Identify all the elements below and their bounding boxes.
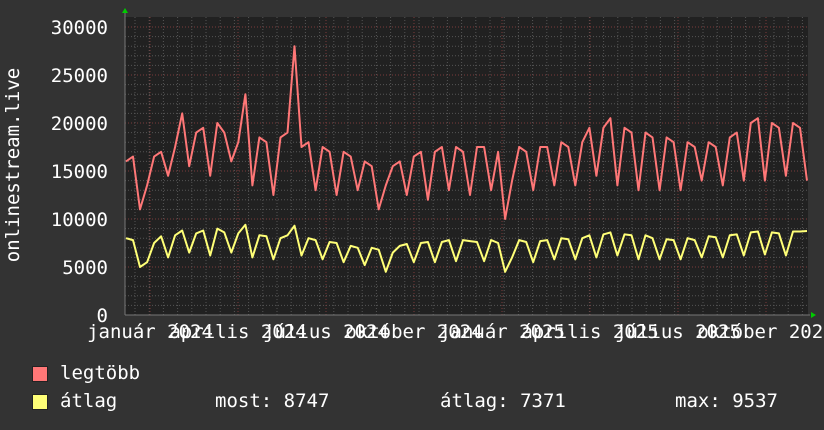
plot-area xyxy=(125,17,808,315)
legend-label-atlag: átlag xyxy=(60,390,118,412)
x-tick-label: október 2025 xyxy=(697,321,824,343)
y-axis-label: onlinestream.live xyxy=(2,68,24,262)
legend-item-legtobb: legtöbb xyxy=(0,362,824,388)
y-axis-arrow-icon xyxy=(122,8,128,13)
legend-label-legtobb: legtöbb xyxy=(60,362,141,384)
stat-max: max: 9537 xyxy=(675,390,778,412)
y-tick-label: 10000 xyxy=(51,209,108,231)
y-tick-label: 30000 xyxy=(51,17,108,39)
y-tick-label: 25000 xyxy=(51,65,108,87)
y-tick-label: 5000 xyxy=(62,257,108,279)
legend-item-atlag: átlag most: 8747 átlag: 7371 max: 9537 xyxy=(0,390,824,416)
y-tick-label: 0 xyxy=(97,305,108,327)
y-tick-label: 20000 xyxy=(51,113,108,135)
stat-most: most: 8747 xyxy=(215,390,330,412)
x-axis-arrow-icon xyxy=(811,312,816,318)
y-tick-label: 15000 xyxy=(51,161,108,183)
legend-swatch-legtobb xyxy=(32,366,48,382)
stat-atlag: átlag: 7371 xyxy=(440,390,566,412)
legend-swatch-atlag xyxy=(32,394,48,410)
